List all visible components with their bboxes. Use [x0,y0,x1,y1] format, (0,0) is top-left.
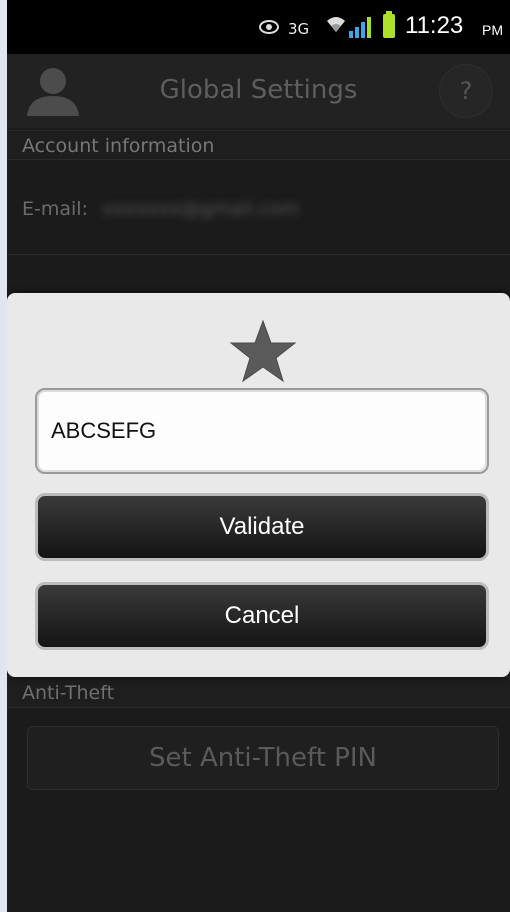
validate-button[interactable]: Validate [35,493,489,561]
pin-dialog: ABCSEFG Validate Cancel [7,293,510,677]
section-account-information: Account information [7,130,510,160]
email-value: xxxxxxx@gmail.com [102,198,300,220]
section-anti-theft: Anti-Theft [7,676,510,708]
star-icon [229,319,297,383]
pin-input[interactable]: ABCSEFG [35,388,489,474]
signal-icon [349,17,371,38]
email-label: E-mail: [22,198,88,220]
set-anti-theft-pin-button[interactable]: Set Anti-Theft PIN [27,726,499,790]
eye-icon [259,20,279,34]
network-type: 3G [288,20,310,38]
help-button[interactable]: ? [439,64,493,118]
status-bar: 3G 11:23 PM [7,0,510,54]
battery-icon [383,11,395,38]
clock-time: 11:23 [405,12,464,39]
phone-screen: 3G 11:23 PM Global Settings ? Account in… [7,0,510,912]
title-bar: Global Settings ? [7,54,510,128]
page-title: Global Settings [159,75,358,105]
clock-ampm: PM [482,22,503,38]
cancel-button[interactable]: Cancel [35,582,489,650]
wifi-icon [327,17,345,32]
email-row[interactable]: E-mail: xxxxxxx@gmail.com [7,160,510,255]
